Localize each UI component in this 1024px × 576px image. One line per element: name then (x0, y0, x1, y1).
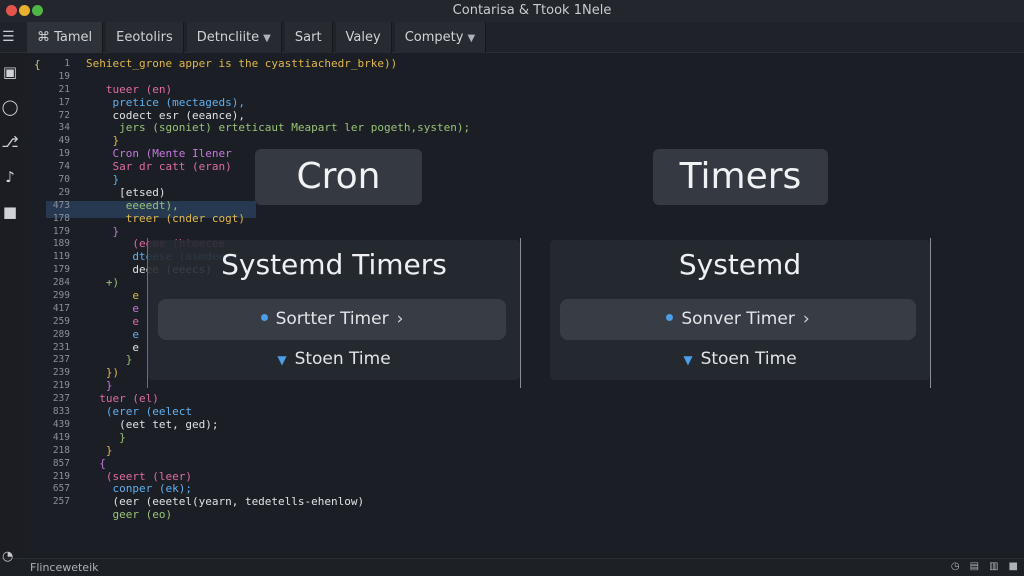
code-line: jers (sgoniet) erteticaut Meapart ler po… (86, 121, 471, 135)
expand-row[interactable]: ▼ Stoen Time (148, 349, 520, 369)
code-line: treer (cnder cogt) (86, 211, 245, 225)
systemd-timers-card: Systemd Timers Sortter Timer › ▼ Stoen Tim… (148, 240, 520, 380)
tab-sart[interactable]: Sart (284, 22, 333, 53)
chevron-right-icon: › (396, 309, 404, 329)
line-number: 439 (52, 418, 70, 430)
feedback-icon[interactable]: ■ (1009, 561, 1018, 572)
code-line: { (86, 456, 106, 470)
timer-pill-button[interactable]: Sortter Timer › (158, 299, 506, 340)
bell-icon[interactable]: ▤ (970, 561, 979, 572)
notification-icon[interactable]: ▥ (989, 561, 998, 572)
tab-eeotolirs[interactable]: Eeotolirs (106, 22, 184, 53)
status-bar: ◔ Flinceweteik ◷ ▤ ▥ ■ (0, 549, 1024, 576)
line-number: 237 (52, 393, 70, 405)
window-title: Contarisa & Ttook 1Nele (452, 3, 612, 18)
line-number: 29 (58, 186, 70, 198)
chevron-down-icon: ▼ (277, 353, 287, 367)
debug-icon[interactable]: ♪ (0, 168, 20, 186)
line-number: 189 (52, 238, 70, 250)
line-number: 299 (52, 290, 70, 302)
line-number: 119 (52, 251, 70, 263)
line-number: 257 (52, 496, 70, 508)
status-right-icons: ◷ ▤ ▥ ■ (951, 561, 1018, 572)
sync-icon[interactable]: ◷ (951, 561, 960, 572)
line-number: 70 (58, 174, 70, 186)
line-number: 219 (52, 470, 70, 482)
line-number: 219 (52, 380, 70, 392)
line-number: 473 (52, 199, 70, 211)
tab-compety[interactable]: Compety ▼ (394, 22, 487, 53)
line-number: 21 (58, 83, 70, 95)
line-number: 34 (58, 122, 70, 134)
line-number: 19 (58, 148, 70, 160)
line-number: 231 (52, 341, 70, 353)
timer-pill-button[interactable]: Sonver Timer › (560, 299, 916, 340)
cron-label: Cron (255, 149, 422, 205)
timers-label: Timers (653, 149, 828, 205)
line-number: 49 (58, 135, 70, 147)
code-line: Sehiect_grone apper is the cyasttiachedr… (86, 58, 398, 70)
search-icon[interactable]: ◯ (0, 98, 20, 116)
line-number: 417 (52, 302, 70, 314)
account-icon[interactable]: ◔ (2, 549, 13, 564)
activity-bar: ▣ ◯ ⎇ ♪ ■ (0, 53, 22, 558)
status-dot-icon (666, 313, 674, 321)
code-line: } (86, 443, 113, 457)
line-number: 72 (58, 109, 70, 121)
line-number: 833 (52, 406, 70, 418)
chevron-down-icon: ▼ (263, 33, 271, 44)
menu-list-icon[interactable]: ☰ (2, 29, 15, 45)
divider (520, 238, 521, 388)
code-line: } (86, 430, 126, 444)
chevron-down-icon: ▼ (467, 33, 476, 44)
code-line: pretice (mectageds), (86, 95, 245, 109)
code-line: (erer (eelect (86, 405, 192, 419)
extensions-icon[interactable]: ■ (0, 203, 20, 221)
expand-row[interactable]: ▼ Stoen Time (550, 349, 930, 369)
line-number: 857 (52, 457, 70, 469)
code-line: geer (eo) (86, 508, 173, 522)
status-dot-icon (260, 313, 268, 321)
line-number: 17 (58, 96, 70, 108)
line-number: 289 (52, 328, 70, 340)
line-number: 1 (64, 58, 70, 69)
divider (147, 238, 148, 388)
line-number: 237 (52, 354, 70, 366)
line-number: 179 (52, 264, 70, 276)
line-number: 259 (52, 315, 70, 327)
tab-tamel[interactable]: ⌘ Tamel (27, 22, 104, 53)
line-number: 178 (52, 212, 70, 224)
code-line: tueer (en) (86, 82, 173, 96)
line-number: 284 (52, 277, 70, 289)
tab-valey[interactable]: Valey (335, 22, 392, 53)
card-title: Systemd Timers (221, 248, 447, 281)
tab-strip: ⌘ Tamel Eeotolirs Detncliite ▼ Sart Valey… (27, 22, 489, 53)
divider (930, 238, 931, 388)
card-title: Systemd (678, 248, 802, 281)
line-number: 19 (58, 70, 70, 82)
chevron-right-icon: › (802, 309, 810, 329)
status-branch[interactable]: Flinceweteik (30, 561, 99, 574)
line-number: 419 (52, 431, 70, 443)
line-number: 74 (58, 161, 70, 173)
line-number: 239 (52, 367, 70, 379)
line-number-gutter: 1 19 21 17 72 34 49 19 74 70 29 473 178 179 189 119 179 2… (26, 58, 76, 558)
tab-detncliite[interactable]: Detncliite ▼ (186, 22, 282, 53)
code-icon: ⌘ (37, 30, 55, 45)
title-bar: Contarisa & Ttook 1Nele (0, 0, 1024, 22)
line-number: 179 (52, 225, 70, 237)
line-number: 218 (52, 444, 70, 456)
code-line: (eet tet, ged); (86, 417, 219, 431)
explorer-icon[interactable]: ▣ (0, 63, 20, 81)
source-control-icon[interactable]: ⎇ (0, 133, 20, 151)
chevron-down-icon: ▼ (683, 353, 693, 367)
line-number: 657 (52, 483, 70, 495)
systemd-card: Systemd Sonver Timer › ▼ Stoen Time (550, 240, 930, 380)
